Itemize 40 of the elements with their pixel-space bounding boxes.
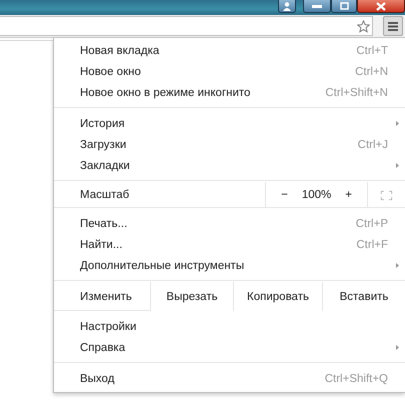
edit-action-button[interactable]: Вырезать <box>150 282 233 311</box>
menu-item[interactable]: Дополнительные инструменты <box>54 255 405 276</box>
zoom-level: 100% <box>300 189 332 201</box>
minimize-icon <box>312 4 322 8</box>
menu-button[interactable] <box>383 16 403 36</box>
maximize-icon <box>340 2 348 10</box>
menu-item[interactable]: Настройки <box>54 316 405 337</box>
shortcut-label: Ctrl+Shift+N <box>325 86 388 98</box>
person-icon <box>283 2 291 10</box>
shortcut-label: Ctrl+P <box>356 218 388 230</box>
star-icon[interactable] <box>357 20 370 32</box>
edit-action-button[interactable]: Копировать <box>233 282 322 311</box>
menu-item[interactable]: История <box>54 113 405 134</box>
menu-label: Масштаб <box>79 188 130 203</box>
zoom-in-button[interactable]: + <box>338 189 359 201</box>
menu-item[interactable]: Загрузки Ctrl+J <box>54 134 405 155</box>
address-field[interactable] <box>0 16 373 36</box>
shortcut-label: Ctrl+J <box>358 138 388 150</box>
shortcut-label: Ctrl+N <box>355 66 388 78</box>
menu-item[interactable]: Найти... Ctrl+F <box>54 234 405 255</box>
menu-item[interactable]: Выход Ctrl+Shift+Q <box>54 368 405 389</box>
menu-item[interactable]: Закладки <box>54 155 405 176</box>
shortcut-label: Ctrl+F <box>356 238 388 250</box>
menu-item[interactable]: Новое окно в режиме инкогнито Ctrl+Shift+N <box>54 82 405 103</box>
edit-action-button[interactable]: Вставить <box>322 282 405 311</box>
menu-icon <box>388 22 398 30</box>
close-icon <box>376 2 386 10</box>
maximize-button[interactable] <box>331 0 357 13</box>
menu-item[interactable]: Печать... Ctrl+P <box>54 213 405 234</box>
fullscreen-icon <box>381 190 392 200</box>
minimize-button[interactable] <box>303 0 331 13</box>
shortcut-label: Ctrl+T <box>356 44 388 56</box>
close-button[interactable] <box>357 0 405 13</box>
menu-item[interactable]: Справка <box>54 337 405 358</box>
menu-item[interactable]: Новое окно Ctrl+N <box>54 61 405 82</box>
menu-label: Изменить <box>79 290 133 304</box>
zoom-out-button[interactable]: − <box>274 189 295 201</box>
user-button[interactable] <box>278 0 296 13</box>
shortcut-label: Ctrl+Shift+Q <box>324 372 388 384</box>
menu-item[interactable]: Новая вкладка Ctrl+T <box>54 40 405 61</box>
